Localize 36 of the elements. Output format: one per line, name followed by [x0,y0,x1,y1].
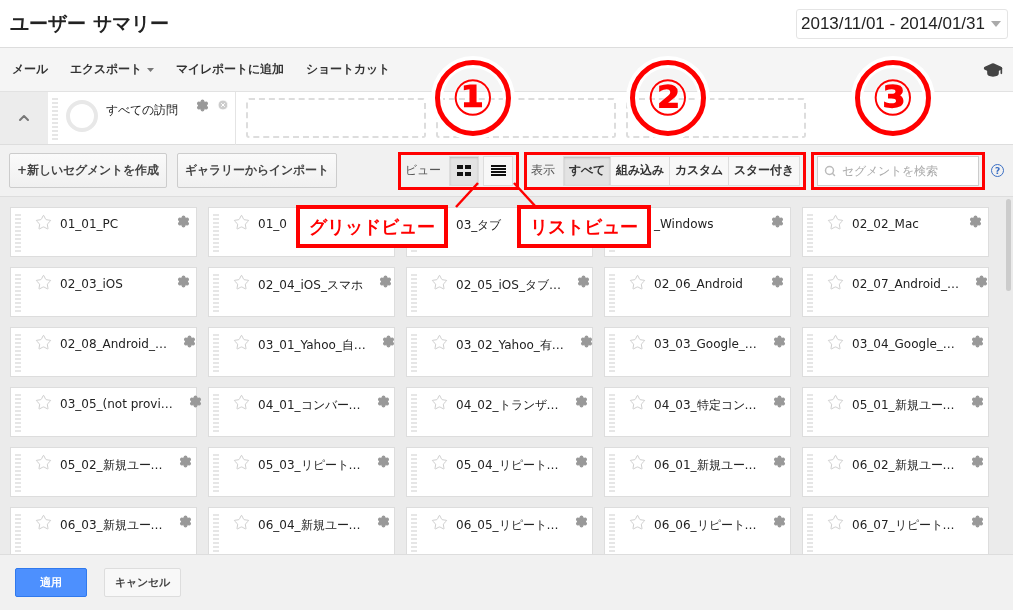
page-title: ユーザー サマリー [10,10,169,36]
segment-label: 06_05_リピート… [456,517,559,534]
segment-label: 04_03_特定コン… [654,397,757,414]
segment-label: 06_04_新規ユー… [258,517,361,534]
segment-label: 03_05_(not provi… [60,397,173,411]
segment-label: 05_02_新規ユー… [60,457,163,474]
segment-label: 02_06_Android [654,277,743,291]
segment-label: 02_08_Android_… [60,337,167,351]
segment-label: 06_02_新規ユー… [852,457,955,474]
filter-label: 表示 [531,162,555,179]
segment-label: 02_05_iOS_タブ… [456,277,561,294]
segment-label: 04_01_コンバー… [258,397,361,414]
segment-label: 01_01_PC [60,217,119,231]
segment-label: 02_04_iOS_スマホ [258,277,363,294]
view-label: ビュー [405,162,441,179]
annotation-tooltip: グリッドビュー [296,205,448,248]
segment-label: すべての訪問 [106,101,179,119]
segment-label: 05_03_リピート… [258,457,361,474]
segment-label: 03_02_Yahoo_有… [456,337,564,354]
segment-label: 04_02_トランザ… [456,397,559,414]
annotation-tooltip: リストビュー [517,205,651,248]
segment-label: 05_04_リピート… [456,457,559,474]
segment-label: 03_04_Google_… [852,337,955,351]
segment-label: 05_01_新規ユー… [852,397,955,414]
segment-label: 06_07_リピート… [852,517,955,534]
segment-label: 03_タブ [456,217,502,234]
segment-label: 03_01_Yahoo_自… [258,337,366,354]
segment-label: 06_03_新規ユー… [60,517,163,534]
segment-label: 06_01_新規ユー… [654,457,757,474]
segment-label: 02_07_Android_… [852,277,959,291]
segment-label: _Windows [654,217,714,231]
segment-label: 01_0 [258,217,287,231]
segment-label: 02_03_iOS [60,277,123,291]
segment-label: 06_06_リピート… [654,517,757,534]
segment-label: 02_02_Mac [852,217,919,231]
segment-label: 03_03_Google_… [654,337,757,351]
